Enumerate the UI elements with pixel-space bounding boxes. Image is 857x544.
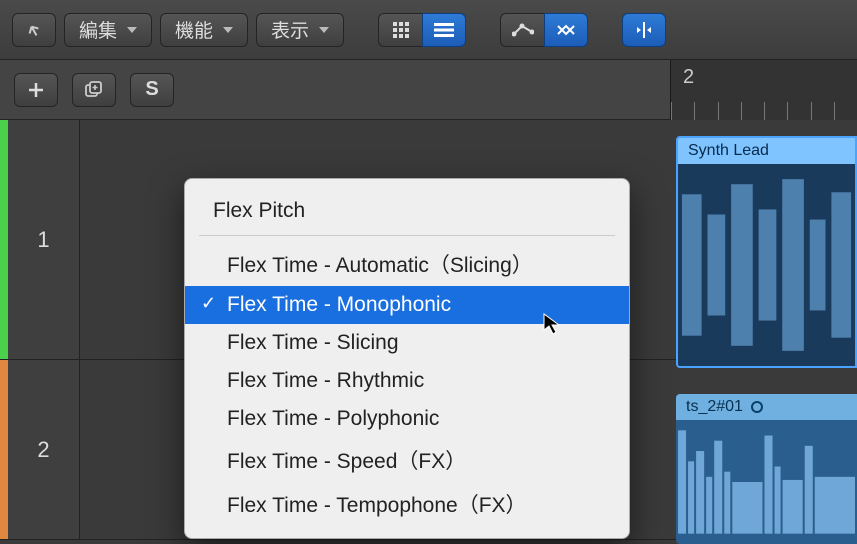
main-toolbar: 編集 機能 表示 (0, 0, 857, 60)
flex-menu-item[interactable]: Flex Time - Polyphonic (185, 400, 629, 438)
region-name: Synth Lead (688, 142, 769, 160)
playhead-catch-icon (634, 20, 654, 40)
duplicate-track-button[interactable] (72, 73, 116, 107)
grid-icon (392, 21, 410, 39)
loop-indicator-icon (751, 401, 763, 413)
region-name: ts_2#01 (686, 398, 743, 416)
flex-menu-item[interactable]: Flex Time - Automatic（Slicing） (185, 242, 629, 286)
back-up-button[interactable] (12, 13, 56, 47)
flex-menu-title[interactable]: Flex Pitch (185, 193, 629, 235)
add-track-button[interactable] (14, 73, 58, 107)
flex-mode-menu: Flex Pitch Flex Time - Automatic（Slicing… (184, 178, 630, 539)
view-menu-label: 表示 (271, 16, 309, 43)
rows-icon (434, 22, 454, 38)
arrangement-lane[interactable]: Synth Lead ts_2#01 (670, 120, 857, 540)
region-waveform (678, 164, 855, 366)
edit-menu[interactable]: 編集 (64, 13, 152, 47)
timeline-ruler[interactable]: 2 (670, 60, 857, 120)
chevron-down-icon (223, 27, 233, 33)
grid-view-button[interactable] (378, 13, 422, 47)
view-mode-segment (378, 13, 466, 47)
duplicate-icon (84, 81, 104, 99)
menu-divider (199, 235, 615, 236)
flex-menu-item[interactable]: Flex Time - Monophonic (185, 286, 629, 324)
functions-menu[interactable]: 機能 (160, 13, 248, 47)
region-header[interactable]: ts_2#01 (676, 394, 857, 420)
automation-line-icon (512, 22, 534, 38)
region-header[interactable]: Synth Lead (678, 138, 855, 164)
audio-region[interactable]: ts_2#01 (676, 394, 857, 544)
region-waveform (676, 420, 857, 544)
track-color-strip (0, 120, 8, 359)
functions-menu-label: 機能 (175, 16, 213, 43)
arrow-up-left-icon (25, 22, 43, 38)
flex-menu-item[interactable]: Flex Time - Rhythmic (185, 362, 629, 400)
flex-menu-item[interactable]: Flex Time - Slicing (185, 324, 629, 362)
edit-menu-label: 編集 (79, 16, 117, 43)
automation-button[interactable] (500, 13, 544, 47)
ruler-ticks (671, 102, 857, 120)
list-view-button[interactable] (422, 13, 466, 47)
track-number: 2 (8, 360, 80, 539)
solo-button[interactable]: S (130, 73, 174, 107)
automation-segment (500, 13, 588, 47)
track-color-strip (0, 360, 8, 539)
chevron-down-icon (127, 27, 137, 33)
chevron-down-icon (319, 27, 329, 33)
midi-region[interactable]: Synth Lead (676, 136, 857, 368)
flex-menu-item[interactable]: Flex Time - Speed（FX） (185, 438, 629, 482)
plus-icon (27, 81, 45, 99)
view-menu[interactable]: 表示 (256, 13, 344, 47)
flex-icon (554, 22, 578, 38)
bar-number: 2 (683, 66, 694, 89)
flex-button[interactable] (544, 13, 588, 47)
track-number: 1 (8, 120, 80, 359)
catch-playhead-button[interactable] (622, 13, 666, 47)
flex-menu-item[interactable]: Flex Time - Tempophone（FX） (185, 482, 629, 526)
